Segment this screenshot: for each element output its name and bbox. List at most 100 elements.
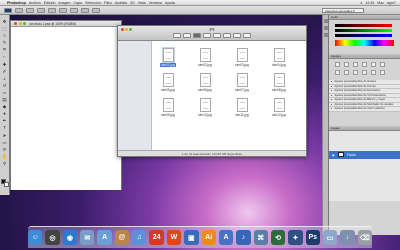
action-button[interactable]: [243, 33, 251, 38]
menu-seleccion[interactable]: Selección: [85, 1, 101, 5]
bridge-button[interactable]: [15, 7, 23, 13]
color-slider-r[interactable]: [335, 24, 392, 27]
photo-filter-icon[interactable]: [353, 70, 358, 75]
menu-app-name[interactable]: Photoshop: [7, 1, 26, 5]
workspace-switcher[interactable]: Aspectos esenciales ▾: [322, 8, 364, 13]
eyedropper-tool-icon[interactable]: ⌐: [2, 54, 8, 60]
ical-icon[interactable]: 24: [149, 230, 164, 245]
file-item[interactable]: sim11.jpg: [230, 98, 254, 117]
menu-ayuda[interactable]: Ayuda: [165, 1, 175, 5]
quicklook-button[interactable]: [233, 33, 241, 38]
brightness-icon[interactable]: [335, 62, 340, 67]
exposure-icon[interactable]: [362, 62, 367, 67]
history-brush-tool-icon[interactable]: ↺: [2, 83, 8, 89]
hue-sat-icon[interactable]: [380, 62, 385, 67]
screen-mode-button[interactable]: [92, 7, 100, 13]
visibility-eye-icon[interactable]: ◉: [332, 153, 335, 157]
quick-select-tool-icon[interactable]: ✎: [2, 40, 8, 46]
coverflow-view-button[interactable]: [223, 33, 231, 38]
pen-tool-icon[interactable]: ✒: [2, 118, 8, 124]
icon-view-button[interactable]: [193, 33, 201, 38]
blur-tool-icon[interactable]: ◆: [2, 104, 8, 110]
back-button[interactable]: [173, 33, 181, 38]
appstore-icon[interactable]: A: [218, 230, 234, 245]
addressbook-icon[interactable]: @: [114, 230, 130, 245]
file-item[interactable]: sim08.jpg: [267, 73, 291, 92]
menu-archivo[interactable]: Archivo: [29, 1, 41, 5]
illustrator-icon[interactable]: Ai: [201, 230, 216, 245]
file-item[interactable]: sim06.jpg: [193, 73, 217, 92]
brush-tool-icon[interactable]: ✐: [2, 69, 8, 75]
menu-vista[interactable]: Vista: [138, 1, 146, 5]
downloads-icon[interactable]: ↓: [340, 230, 355, 245]
menu-analisis[interactable]: Análisis: [115, 1, 127, 5]
dodge-tool-icon[interactable]: ●: [2, 111, 8, 117]
arrange-documents-button[interactable]: [81, 7, 89, 13]
lasso-tool-icon[interactable]: ↄ: [2, 33, 8, 39]
menu-capa[interactable]: Capa: [74, 1, 83, 5]
ps-logo-button[interactable]: [4, 7, 12, 13]
healing-tool-icon[interactable]: ✚: [2, 62, 8, 68]
file-item[interactable]: sim07.jpg: [230, 73, 254, 92]
menu-filtro[interactable]: Filtro: [104, 1, 112, 5]
safari-icon[interactable]: ◉: [62, 230, 78, 245]
file-item[interactable]: sim09.jpg: [156, 98, 180, 117]
rail-history-icon[interactable]: [323, 19, 328, 23]
folder-icon[interactable]: ▭: [322, 230, 338, 245]
curves-icon[interactable]: [353, 62, 358, 67]
color-spectrum[interactable]: [335, 40, 394, 46]
move-tool-icon[interactable]: ✥: [2, 19, 8, 25]
file-item[interactable]: sim05.jpg: [156, 73, 180, 92]
finder-icon[interactable]: ☺: [28, 230, 43, 245]
itunes-note-icon[interactable]: ♪: [236, 230, 251, 245]
preview-icon[interactable]: ⌘: [253, 230, 268, 245]
gradient-tool-icon[interactable]: ▤: [2, 97, 8, 103]
color-balance-icon[interactable]: [335, 70, 340, 75]
posterize-icon[interactable]: [380, 70, 385, 75]
column-view-button[interactable]: [213, 33, 221, 38]
list-view-button[interactable]: [203, 33, 211, 38]
rail-actions-icon[interactable]: [323, 26, 328, 30]
color-slider-b[interactable]: [335, 34, 392, 37]
zoom-level-button[interactable]: [37, 7, 45, 13]
invert-icon[interactable]: [371, 70, 376, 75]
clock[interactable]: 12:45: [365, 1, 374, 5]
channel-mixer-icon[interactable]: [362, 70, 367, 75]
photos-icon[interactable]: ▣: [184, 230, 199, 245]
compass-icon[interactable]: ✦: [288, 230, 303, 245]
forward-button[interactable]: [183, 33, 191, 38]
file-item[interactable]: sim02.jpg: [193, 48, 217, 67]
file-item[interactable]: sim04.jpg: [267, 48, 291, 67]
zoom-tool-icon[interactable]: ⚲: [2, 161, 8, 167]
file-item[interactable]: sim03.jpg: [230, 48, 254, 67]
guides-button[interactable]: [26, 7, 34, 13]
3d-rotate-tool-icon[interactable]: ⟳: [2, 147, 8, 153]
shape-tool-icon[interactable]: ▭: [2, 140, 8, 146]
itunes-icon[interactable]: ♫: [132, 230, 147, 245]
canvas[interactable]: [11, 27, 121, 190]
zoom-tool-button[interactable]: [59, 7, 67, 13]
photoshop-icon[interactable]: Ps: [305, 230, 320, 245]
file-item[interactable]: sim01.jpg: [156, 47, 180, 67]
preset-item[interactable]: ▸ Ajustes preestablecidos de Color select…: [329, 107, 400, 112]
finder-window[interactable]: jpg sim01.jpg sim02.jpg sim03.jpg sim04.jpg…: [117, 25, 307, 157]
hand-tool-icon[interactable]: ✋: [2, 154, 8, 160]
status-item-1[interactable]: 4: [360, 1, 362, 5]
menu-3d[interactable]: 3D: [130, 1, 135, 5]
timemachine-icon[interactable]: ⟲: [270, 230, 286, 245]
clone-stamp-tool-icon[interactable]: ⊥: [2, 76, 8, 82]
ichat-icon[interactable]: A: [97, 230, 112, 245]
background-color-swatch[interactable]: [4, 182, 9, 187]
w-app-icon[interactable]: W: [166, 230, 182, 245]
path-select-tool-icon[interactable]: ➤: [2, 133, 8, 139]
menu-ventana[interactable]: Ventana: [149, 1, 162, 5]
dashboard-icon[interactable]: ◎: [45, 230, 60, 245]
crop-tool-icon[interactable]: ⌗: [2, 47, 8, 53]
file-item[interactable]: sim12.jpg: [267, 98, 291, 117]
trash-icon[interactable]: ⌫: [357, 230, 372, 245]
mail-icon[interactable]: ✉: [80, 230, 95, 245]
document-window[interactable]: sin título-1.psd @ 100% (RGB/8): [10, 20, 122, 190]
black-white-icon[interactable]: [344, 70, 349, 75]
menu-imagen[interactable]: Imagen: [59, 1, 71, 5]
menu-edicion[interactable]: Edición: [44, 1, 56, 5]
